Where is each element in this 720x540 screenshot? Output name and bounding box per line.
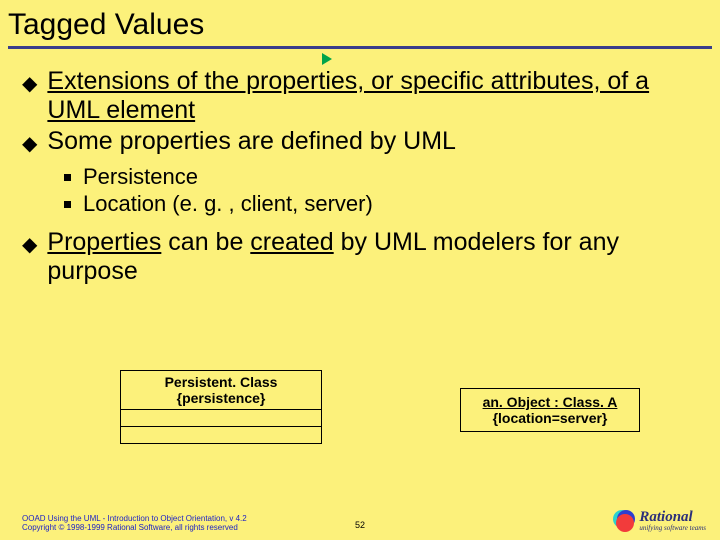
footer-line1: OOAD Using the UML - Introduction to Obj… [22,514,247,523]
sub-bullet-1: Persistence [64,164,698,189]
square-marker-icon [64,201,71,208]
logo-swirl-icon [613,510,635,532]
diagram-area: Persistent. Class {persistence} an. Obje… [0,370,720,480]
bullet-3-created: created [250,228,333,256]
logo-name: Rational [639,510,706,525]
uml-class-header: Persistent. Class {persistence} [121,371,321,410]
logo-text: Rational unifying software teams [639,510,706,532]
bullet-3-mid: can be [161,228,250,256]
content-area: ◆ Extensions of the properties, or speci… [0,49,720,286]
sub-bullet-2: Location (e. g. , client, server) [64,191,698,216]
bullet-1: ◆ Extensions of the properties, or speci… [22,67,698,125]
title-rule [8,46,712,49]
uml-object-tag: {location=server} [463,410,637,426]
bullet-1-text: Extensions of the properties, or specifi… [47,67,698,125]
square-marker-icon [64,174,71,181]
bullet-marker-icon: ◆ [22,73,37,96]
rule-arrow-icon [322,53,332,65]
rational-logo: Rational unifying software teams [613,510,706,532]
bullet-marker-icon: ◆ [22,234,37,257]
logo-tagline: unifying software teams [639,525,706,532]
bullet-marker-icon: ◆ [22,133,37,156]
bullet-3-properties: Properties [47,228,161,256]
uml-class-tag: {persistence} [123,390,319,406]
uml-class-ops [121,427,321,443]
bullet-3-text: Properties can be created by UML modeler… [47,228,698,286]
footer-line2: Copyright © 1998-1999 Rational Software,… [22,523,247,532]
uml-class-name: Persistent. Class [123,374,319,390]
footer: OOAD Using the UML - Introduction to Obj… [0,500,720,534]
bullet-2-text: Some properties are defined by UML [47,127,698,156]
uml-object-name: an. Object : Class. A [463,394,637,410]
bullet-3: ◆ Properties can be created by UML model… [22,228,698,286]
sub-bullets: Persistence Location (e. g. , client, se… [22,158,698,229]
uml-class-box: Persistent. Class {persistence} [120,370,322,444]
sub-bullet-2-text: Location (e. g. , client, server) [83,191,373,216]
page-number: 52 [355,520,365,530]
slide-title: Tagged Values [0,0,720,46]
uml-class-attrs [121,410,321,427]
bullet-2: ◆ Some properties are defined by UML [22,127,698,156]
sub-bullet-1-text: Persistence [83,164,198,189]
footer-credit: OOAD Using the UML - Introduction to Obj… [22,514,247,532]
uml-object-box: an. Object : Class. A {location=server} [460,388,640,432]
